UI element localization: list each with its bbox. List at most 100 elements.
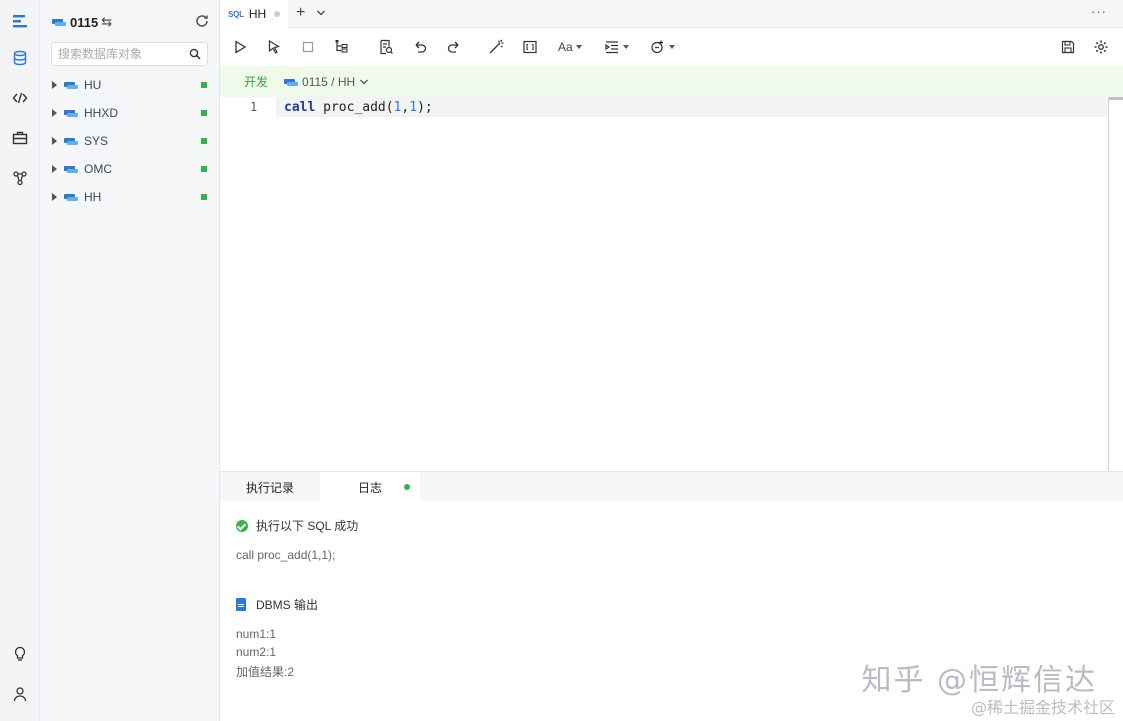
sql-file-icon: SQL [228, 9, 244, 19]
connection-icon [52, 18, 66, 26]
refresh-icon[interactable] [194, 13, 210, 29]
dbms-output-header: DBMS 输出 [236, 596, 1096, 613]
stop-icon [302, 41, 314, 53]
tab-label: 日志 [358, 480, 383, 495]
save-button[interactable] [1060, 38, 1076, 56]
expand-caret-icon[interactable] [52, 165, 57, 173]
database-explorer: 0115 ⇆ HU HHXD SYS OMC [40, 0, 220, 721]
status-indicator [201, 82, 207, 88]
run-selected-button[interactable] [266, 38, 282, 56]
tab-bar: SQL HH + ··· [220, 0, 1123, 28]
status-dot-icon [404, 484, 411, 490]
cursor-run-icon [268, 39, 281, 54]
play-icon [235, 40, 247, 54]
output-line: num1:1 [236, 627, 277, 641]
object-search [51, 42, 208, 66]
tree-item-hu[interactable]: HU [40, 71, 220, 99]
dropdown-caret-icon [575, 45, 582, 49]
expand-caret-icon[interactable] [52, 109, 57, 117]
status-indicator [201, 166, 207, 172]
code-keyword: call [284, 100, 316, 115]
switch-connection-icon[interactable]: ⇆ [101, 14, 112, 30]
tab-log[interactable]: 日志 [320, 472, 420, 502]
tree-item-label: OMC [84, 162, 112, 176]
code-icon[interactable] [8, 86, 32, 110]
dbms-title: DBMS 输出 [256, 598, 319, 612]
save-icon [1061, 40, 1075, 54]
run-button[interactable] [232, 38, 248, 56]
vertical-scrollbar[interactable] [1108, 97, 1109, 471]
more-icon[interactable]: ··· [1091, 4, 1107, 19]
gear-icon [1094, 40, 1108, 54]
dropdown-caret-icon [669, 45, 675, 49]
environment-badge: 开发 [244, 75, 269, 89]
indent-icon [605, 41, 618, 54]
success-message: 执行以下 SQL 成功 [236, 517, 1096, 534]
database-icon[interactable] [8, 46, 32, 70]
line-number: 1 [250, 100, 258, 114]
magic-wand-icon [489, 39, 504, 54]
search-input[interactable] [58, 47, 180, 61]
chevron-down-icon [360, 79, 369, 84]
bulb-icon[interactable] [8, 642, 32, 666]
undo-button[interactable] [412, 38, 428, 56]
tab-execution-history[interactable]: 执行记录 [220, 472, 320, 502]
font-size-dropdown[interactable]: Aa [558, 38, 582, 56]
database-selector[interactable]: 0115 / HH [284, 75, 369, 89]
format-sql-button[interactable] [488, 38, 504, 56]
tree-plan-icon [335, 40, 348, 53]
tree-item-sys[interactable]: SYS [40, 127, 220, 155]
expand-caret-icon[interactable] [52, 137, 57, 145]
code-line[interactable]: call proc_add(1,1); [284, 100, 433, 115]
deploy-icon[interactable] [8, 166, 32, 190]
new-tab-button[interactable]: + [296, 5, 305, 21]
expand-caret-icon[interactable] [52, 81, 57, 89]
schema-icon [64, 81, 78, 89]
tree-item-label: SYS [84, 134, 109, 148]
toolbox-icon[interactable] [8, 126, 32, 150]
redo-icon [447, 41, 459, 53]
explain-plan-button[interactable] [334, 38, 350, 56]
logo-icon[interactable] [8, 9, 32, 33]
indent-dropdown[interactable] [604, 38, 629, 56]
watermark-zhihu: 知乎 @恒辉信达 [861, 663, 1097, 698]
snippet-dropdown[interactable] [650, 38, 675, 56]
tree-item-hhxd[interactable]: HHXD [40, 99, 220, 127]
code-function: proc_add( [315, 100, 394, 115]
tree-item-omc[interactable]: OMC [40, 155, 220, 183]
snippet-icon [651, 40, 663, 54]
stop-button[interactable] [300, 38, 316, 56]
tree-item-label: HH [84, 190, 102, 204]
unsaved-dot-icon[interactable] [274, 11, 281, 17]
status-indicator [201, 110, 207, 116]
tab-hh[interactable]: SQL HH [220, 0, 288, 28]
chevron-down-icon[interactable] [316, 8, 326, 18]
search-icon[interactable] [189, 48, 201, 60]
scroll-marker [1109, 97, 1123, 100]
status-indicator [201, 138, 207, 144]
user-icon[interactable] [8, 682, 32, 706]
executed-sql: call proc_add(1,1); [236, 548, 336, 562]
bracket-box-icon [523, 40, 537, 54]
tree-item-label: HU [84, 78, 102, 92]
connection-header[interactable]: 0115 ⇆ [52, 12, 210, 32]
bracket-match-button[interactable] [522, 38, 538, 56]
code-end: ); [417, 100, 433, 115]
schema-icon [64, 165, 78, 173]
find-button[interactable] [378, 38, 394, 56]
tab-label: 执行记录 [245, 480, 294, 495]
tree-item-hh[interactable]: HH [40, 183, 220, 211]
tree-item-label: HHXD [84, 106, 119, 120]
check-circle-icon [236, 519, 248, 532]
schema-icon [64, 109, 78, 117]
sql-editor[interactable]: 1 call proc_add(1,1); [220, 97, 1123, 471]
main-area: SQL HH + ··· Aa 开发 0115 / HH 1 call proc… [220, 0, 1123, 721]
settings-button[interactable] [1093, 38, 1109, 56]
undo-icon [415, 41, 427, 53]
expand-caret-icon[interactable] [52, 193, 57, 201]
tab-label: HH [248, 7, 267, 21]
code-number: 1 [409, 100, 418, 115]
redo-button[interactable] [446, 38, 462, 56]
editor-toolbar: Aa [220, 28, 1123, 66]
schema-icon [64, 137, 78, 145]
